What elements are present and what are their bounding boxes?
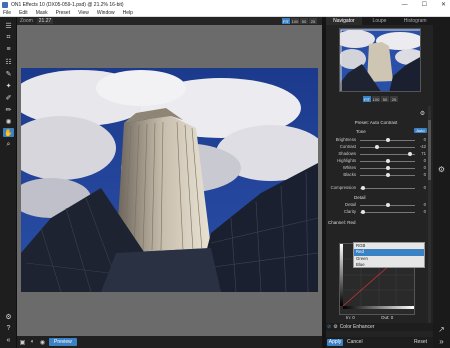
help-icon[interactable]: ? xyxy=(3,324,14,333)
menu-help[interactable]: Help xyxy=(123,10,133,16)
slider-knob[interactable] xyxy=(385,202,390,207)
zoom-25-button[interactable]: 25 xyxy=(309,18,317,24)
mask-view-icon[interactable]: ◐ xyxy=(29,339,36,346)
hand-tool-icon[interactable]: ✋ xyxy=(3,128,14,137)
tab-navigator[interactable]: Navigator xyxy=(326,17,362,25)
nav-zoom-25-button[interactable]: 25 xyxy=(390,96,398,102)
zoom-value[interactable]: 21.27 xyxy=(36,18,54,24)
menu-preset[interactable]: Preset xyxy=(56,10,70,16)
nav-zoom-fit-button[interactable]: FIT xyxy=(363,96,371,102)
reset-button[interactable]: Reset xyxy=(414,339,427,346)
crop-tool-icon[interactable]: ⌗ xyxy=(3,33,14,42)
adjust-tool-icon[interactable]: ≡ xyxy=(3,45,14,54)
eye-icon[interactable]: ◉ xyxy=(39,339,46,346)
masking-bug-icon[interactable]: ✦ xyxy=(3,81,14,90)
slider-knob[interactable] xyxy=(374,144,379,149)
right-panel: Navigator Loupe Histogram FIT 100 50 25 … xyxy=(326,17,433,348)
slider-knob[interactable] xyxy=(360,185,365,190)
title-bar: ON1 Effects 10 (DX05-059-1.psd) @ 21.2% … xyxy=(0,0,450,9)
tools-panel: ☰ ⌗ ≡ ☷ ✎ ✦ ✐ ✏ ✺ ✋ ⌕ ⚙ ? « xyxy=(0,17,17,348)
sliders-tool-icon[interactable]: ☰ xyxy=(3,21,14,30)
adjustments-panel: Preset: Auto Contrast ⚙ Tone Auto Bright… xyxy=(326,106,433,334)
slider-knob[interactable] xyxy=(360,209,365,214)
slider-knob[interactable] xyxy=(385,165,390,170)
split-view-icon[interactable]: ▣ xyxy=(19,339,26,346)
slider-detail[interactable]: Detail 0 xyxy=(326,202,426,208)
list-tool-icon[interactable]: ☷ xyxy=(3,57,14,66)
minimize-button[interactable]: — xyxy=(402,2,408,8)
preset-label: Preset: Auto Contrast xyxy=(354,120,398,125)
slider-shadows[interactable]: Shadows 71 xyxy=(326,151,426,157)
brush-tool-icon[interactable]: ✎ xyxy=(3,69,14,78)
menu-mask[interactable]: Mask xyxy=(36,10,48,16)
canvas-toolbar: Zoom 21.27 FIT 100 50 25 xyxy=(17,17,322,25)
slider-whites[interactable]: Whites 0 xyxy=(326,165,426,171)
curve-out-value: Out: 0 xyxy=(381,315,394,320)
app-icon xyxy=(2,1,8,8)
collapse-right-icon[interactable]: » xyxy=(437,337,446,346)
slider-clarity[interactable]: Clarity 0 xyxy=(326,209,426,215)
auto-tone-button[interactable]: Auto xyxy=(414,128,427,133)
panel-gear-icon[interactable]: ⚙ xyxy=(418,110,427,119)
preview-button[interactable]: Preview xyxy=(49,338,77,346)
slider-blacks[interactable]: Blacks 0 xyxy=(326,172,426,178)
apply-button[interactable]: Apply xyxy=(327,339,343,346)
action-bar: Apply Cancel Reset xyxy=(326,337,433,348)
menu-view[interactable]: View xyxy=(78,10,89,16)
filter-name[interactable]: Color Enhancer xyxy=(340,324,375,330)
navigator-photo xyxy=(340,29,420,91)
menu-window[interactable]: Window xyxy=(97,10,115,16)
slider-knob[interactable] xyxy=(385,158,390,163)
cancel-button[interactable]: Cancel xyxy=(347,339,363,346)
detail-heading: Detail xyxy=(354,195,366,200)
zoom-50-button[interactable]: 50 xyxy=(300,18,308,24)
channel-label[interactable]: Channel: Red xyxy=(326,220,426,225)
curve-in-value: In: 0 xyxy=(346,315,355,320)
close-button[interactable]: ✕ xyxy=(441,1,446,8)
tone-heading: Tone xyxy=(356,129,366,134)
skyscraper-photo xyxy=(21,68,318,292)
zoom-100-button[interactable]: 100 xyxy=(291,18,299,24)
slider-knob[interactable] xyxy=(407,151,412,156)
settings-icon[interactable]: ⚙ xyxy=(3,312,14,321)
maximize-button[interactable]: ☐ xyxy=(422,1,427,8)
bottom-bar: ▣ ◐ ◉ Preview xyxy=(17,336,322,348)
zoom-fit-button[interactable]: FIT xyxy=(282,18,290,24)
filter-toggle-icon[interactable]: ⊘ xyxy=(327,324,331,330)
effects-gear-icon[interactable]: ⚙ xyxy=(437,165,446,174)
nav-zoom-50-button[interactable]: 50 xyxy=(381,96,389,102)
navigator-thumbnail[interactable] xyxy=(339,28,421,92)
slider-highlights[interactable]: Highlights 0 xyxy=(326,158,426,164)
slider-brightness[interactable]: Brightness 0 xyxy=(326,137,426,143)
photo-preview xyxy=(21,68,318,292)
zoom-tool-icon[interactable]: ⌕ xyxy=(3,140,14,149)
scrollbar-thumb[interactable] xyxy=(428,120,431,180)
nav-zoom-100-button[interactable]: 100 xyxy=(372,96,380,102)
refine-brush-icon[interactable]: ✏ xyxy=(3,105,14,114)
filter-bar: ⊘ ⚙ Color Enhancer xyxy=(326,323,433,331)
tab-histogram[interactable]: Histogram xyxy=(397,17,433,25)
filter-options-icon[interactable]: ⚙ xyxy=(333,324,337,330)
far-right-strip: ⚙ ↗ » xyxy=(433,17,450,348)
channel-option-blue[interactable]: Blue xyxy=(354,262,424,268)
slider-knob[interactable] xyxy=(385,137,390,142)
retouch-icon[interactable]: ✺ xyxy=(3,117,14,126)
menu-edit[interactable]: Edit xyxy=(19,10,28,16)
zoom-label: Zoom xyxy=(20,18,33,24)
canvas-area[interactable] xyxy=(17,25,322,336)
slider-contrast[interactable]: Contrast -42 xyxy=(326,144,426,150)
channel-dropdown[interactable]: RGB Red Green Blue xyxy=(353,242,425,268)
slider-knob[interactable] xyxy=(385,172,390,177)
menu-bar: File Edit Mask Preset View Window Help xyxy=(0,9,450,17)
slider-compression[interactable]: Compression 0 xyxy=(326,185,426,191)
mask-brush-icon[interactable]: ✐ xyxy=(3,93,14,102)
panel-scrollbar[interactable] xyxy=(428,106,431,328)
menu-file[interactable]: File xyxy=(3,10,11,16)
external-link-icon[interactable]: ↗ xyxy=(437,325,446,334)
collapse-left-icon[interactable]: « xyxy=(3,336,14,345)
window-title: ON1 Effects 10 (DX05-059-1.psd) @ 21.2% … xyxy=(11,1,124,8)
tab-loupe[interactable]: Loupe xyxy=(362,17,398,25)
